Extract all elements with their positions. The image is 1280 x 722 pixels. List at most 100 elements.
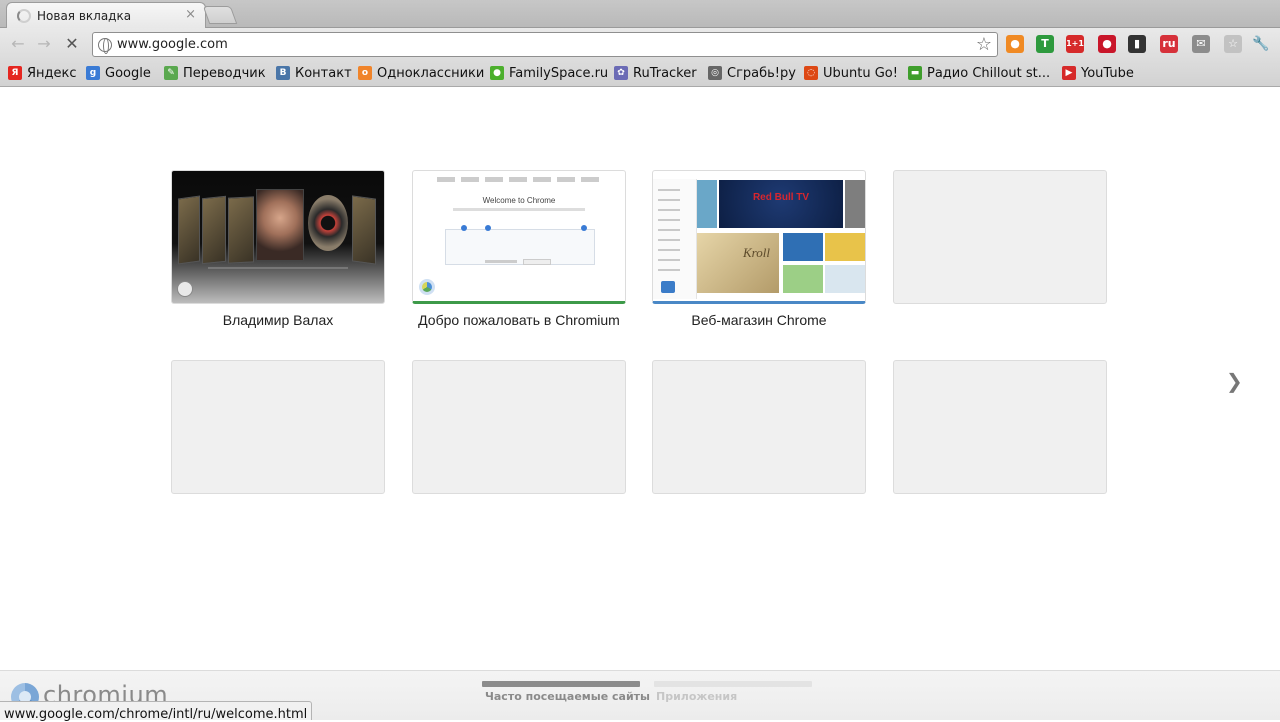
tile-thumbnail[interactable] <box>171 170 385 304</box>
bookmark-item[interactable]: ◎ Сграбь!ру <box>708 64 796 82</box>
omnibox[interactable]: www.google.com ☆ <box>92 32 998 57</box>
thumbnail-subtitle-line <box>453 208 585 211</box>
thumbnail-panel <box>845 180 865 228</box>
ext-gmail-icon[interactable]: ✉ <box>1192 35 1210 53</box>
tile-title[interactable]: Владимир Валах <box>158 312 398 328</box>
ext-red-circle-icon[interactable]: ● <box>1098 35 1116 53</box>
bookmark-label: Яндекс <box>27 65 77 81</box>
familyspace-icon: ● <box>490 66 504 80</box>
ext-t-icon[interactable]: T <box>1036 35 1054 53</box>
tile-empty <box>893 360 1107 494</box>
bookmark-label: RuTracker <box>633 65 697 81</box>
chromium-icon <box>419 279 435 295</box>
store-icon <box>661 281 675 293</box>
bookmark-item[interactable]: Я Яндекс <box>8 64 77 82</box>
thumbnail-dot <box>461 225 467 231</box>
thumbnail-line <box>485 260 517 263</box>
thumbnail-dot <box>581 225 587 231</box>
ext-grey-icon[interactable]: ☆ <box>1224 35 1242 53</box>
ext-1plus1-icon[interactable]: 1+1 <box>1066 35 1084 53</box>
status-bubble: www.google.com/chrome/intl/ru/welcome.ht… <box>0 701 313 722</box>
bookmark-item[interactable]: ▬ Радио Chillout st... <box>908 64 1050 82</box>
thumbnail-tile <box>783 265 823 293</box>
tile-title[interactable]: Веб-магазин Chrome <box>639 312 879 328</box>
thumbnail-line <box>658 219 680 221</box>
forward-arrow-icon[interactable]: → <box>34 34 54 54</box>
toolbar: ← → ✕ www.google.com ☆ ● T 1+1 ● ▮ ru ✉ ☆ 🔧 <box>0 28 1280 60</box>
tab-title: Новая вкладка <box>37 9 132 23</box>
thumbnail-redbull-text: Red Bull TV <box>752 192 810 203</box>
bookmark-label: Одноклассники <box>377 65 485 81</box>
thumbnail-line <box>658 239 680 241</box>
footer-tab-indicator-most-visited[interactable] <box>482 681 640 687</box>
thumbnail-tile <box>825 233 865 261</box>
tile-empty <box>171 360 385 494</box>
loading-spinner-icon <box>17 9 31 23</box>
ext-ru-icon[interactable]: ru <box>1160 35 1178 53</box>
bookmarks-bar: Я Яндекс g Google ✎ Переводчик В Контакт о Однокл… <box>0 60 1280 87</box>
new-tab-button[interactable] <box>202 6 238 24</box>
footer-tab-apps[interactable]: Приложения <box>656 690 737 703</box>
bookmark-item[interactable]: ✿ RuTracker <box>614 64 697 82</box>
thumbnail-header <box>437 177 601 182</box>
thumbnail-line <box>658 249 680 251</box>
thumbnail-tile <box>783 233 823 261</box>
ext-black-icon[interactable]: ▮ <box>1128 35 1146 53</box>
bookmark-star-icon[interactable]: ☆ <box>976 34 992 55</box>
bookmark-label: Сграбь!ру <box>727 65 796 81</box>
radio-icon: ▬ <box>908 66 922 80</box>
globe-icon <box>177 281 193 297</box>
tab-strip: Новая вкладка × <box>0 0 1280 28</box>
footer-tab-most-visited[interactable]: Часто посещаемые сайты <box>485 690 650 703</box>
thumbnail-bar <box>208 267 348 269</box>
rutracker-icon: ✿ <box>614 66 628 80</box>
thumbnail-panel <box>202 195 226 265</box>
tile-title[interactable]: Добро пожаловать в Chromium <box>399 312 639 328</box>
tile-empty <box>893 170 1107 304</box>
back-arrow-icon[interactable]: ← <box>8 34 28 54</box>
thumbnail-line <box>658 229 680 231</box>
ext-orange-icon[interactable]: ● <box>1006 35 1024 53</box>
bookmark-item[interactable]: ◌ Ubuntu Go! <box>804 64 898 82</box>
omnibox-url[interactable]: www.google.com <box>117 37 228 52</box>
thumbnail-kroll-text: Kroll <box>743 245 770 260</box>
yandex-icon: Я <box>8 66 22 80</box>
next-page-chevron-icon[interactable]: ❯ <box>1226 369 1243 393</box>
sgrab-icon: ◎ <box>708 66 722 80</box>
footer-tab-indicator-apps[interactable] <box>654 681 812 687</box>
bookmark-label: Google <box>105 65 151 81</box>
thumbnail-line <box>658 269 680 271</box>
wrench-icon[interactable]: 🔧 <box>1252 35 1270 53</box>
thumbnail-disc <box>308 195 348 251</box>
translate-icon: ✎ <box>164 66 178 80</box>
thumbnail-line <box>658 199 680 201</box>
stop-icon[interactable]: ✕ <box>62 34 82 54</box>
bookmark-label: FamilySpace.ru <box>509 65 609 81</box>
bookmark-item[interactable]: ● FamilySpace.ru <box>490 64 608 82</box>
tile-thumbnail[interactable]: Welcome to Chrome <box>412 170 626 304</box>
bookmark-label: YouTube <box>1081 65 1134 81</box>
thumbnail-tile <box>825 265 865 293</box>
bookmark-item[interactable]: о Одноклассники <box>358 64 484 82</box>
thumbnail-line <box>658 259 680 261</box>
thumbnail-face <box>256 189 304 261</box>
tab-new-tab[interactable]: Новая вкладка × <box>6 2 206 28</box>
thumbnail-panel <box>352 195 376 265</box>
thumbnail-panel <box>178 195 200 265</box>
thumbnail-panel <box>228 196 254 264</box>
thumbnail-dot <box>485 225 491 231</box>
tile-thumbnail[interactable]: Red Bull TV Kroll <box>652 170 866 304</box>
tile-empty <box>412 360 626 494</box>
tile-empty <box>652 360 866 494</box>
bookmark-label: Ubuntu Go! <box>823 65 898 81</box>
bookmark-label: Радио Chillout st... <box>927 65 1051 81</box>
thumbnail-panel <box>697 180 717 228</box>
thumbnail-welcome-text: Welcome to Chrome <box>482 196 556 205</box>
tab-close-icon[interactable]: × <box>185 7 196 22</box>
thumbnail-line <box>658 189 680 191</box>
bookmark-item[interactable]: ✎ Переводчик <box>164 64 266 82</box>
bookmark-item[interactable]: ▶ YouTube <box>1062 64 1134 82</box>
bookmark-item[interactable]: g Google <box>86 64 151 82</box>
bookmark-item[interactable]: В Контакт <box>276 64 352 82</box>
bookmark-label: Контакт <box>295 65 352 81</box>
